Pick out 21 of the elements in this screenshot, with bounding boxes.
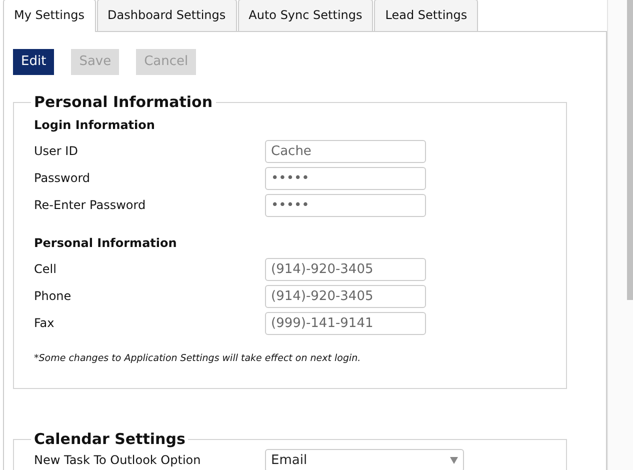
field-label: Phone	[34, 288, 72, 305]
section-legend: Personal Information	[31, 94, 216, 110]
edit-button[interactable]: Edit	[13, 49, 54, 74]
tab[interactable]: Dashboard Settings	[96, 0, 237, 31]
dropdown[interactable]: Email	[265, 448, 464, 470]
field-label: Re-Enter Password	[34, 197, 147, 214]
tab[interactable]: Lead Settings	[374, 0, 478, 31]
field-label: Cell	[34, 261, 58, 278]
field-label: Password	[34, 170, 92, 187]
field-label: User ID	[34, 143, 79, 160]
note-text: *Some changes to Application Settings will take effect on next login.	[34, 352, 362, 366]
field-label: New Task To Outlook Option	[34, 452, 202, 470]
group-heading: Login Information	[34, 116, 156, 134]
tab[interactable]: My Settings	[3, 0, 96, 32]
field-label: Fax	[34, 315, 56, 332]
tab[interactable]: Auto Sync Settings	[238, 0, 374, 31]
scrollbar-thumb[interactable]	[627, 0, 633, 300]
group-heading: Personal Information	[34, 234, 178, 252]
scrollbar[interactable]	[607, 0, 633, 470]
section-legend: Calendar Settings	[31, 432, 188, 447]
caret-icon	[450, 456, 458, 464]
